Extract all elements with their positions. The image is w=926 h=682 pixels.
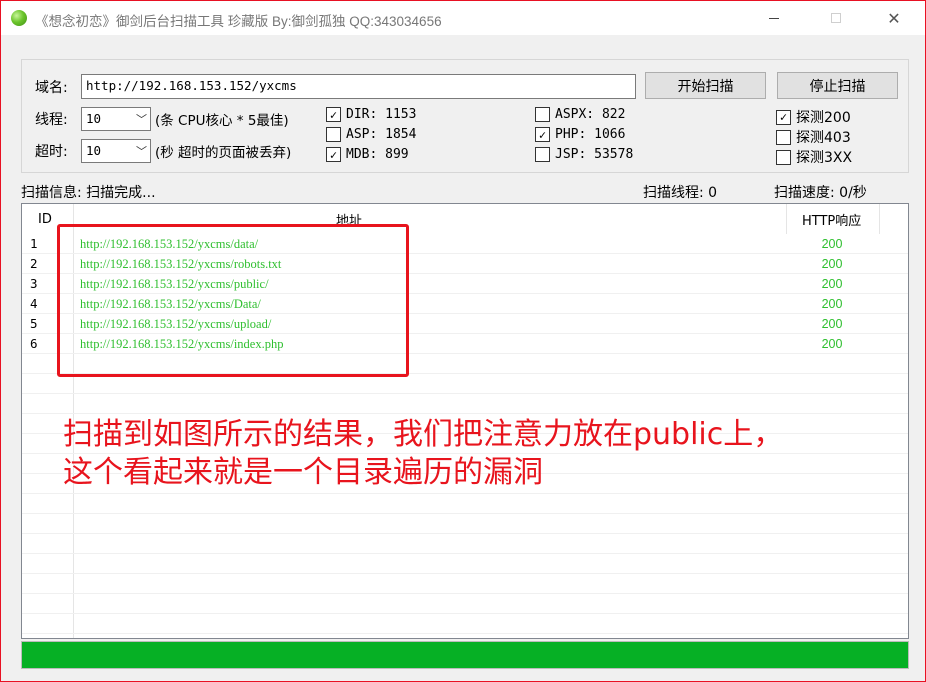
- maximize-icon: [831, 13, 841, 23]
- checkbox-unchecked-icon: [326, 127, 341, 142]
- table-row: [22, 574, 908, 594]
- probe-3xx-checkbox[interactable]: 探测3XX: [776, 147, 852, 167]
- scan-threads-status: 扫描线程: 0: [643, 185, 718, 201]
- table-row: [22, 594, 908, 614]
- probe-403-checkbox[interactable]: 探测403: [776, 127, 851, 147]
- table-row: [22, 494, 908, 514]
- window-title: 《想念初恋》御剑后台扫描工具 珍藏版 By:御剑孤独 QQ:343034656: [35, 14, 442, 29]
- dict-jsp-checkbox[interactable]: JSP: 53578: [535, 147, 633, 162]
- close-button[interactable]: ✕: [871, 1, 917, 35]
- dict-asp-checkbox[interactable]: ASP: 1854: [326, 127, 416, 142]
- threads-value: 10: [86, 111, 102, 126]
- checkbox-checked-icon: ✓: [326, 107, 341, 122]
- column-header-id[interactable]: ID: [38, 204, 52, 234]
- checkbox-unchecked-icon: [535, 147, 550, 162]
- column-divider: [786, 204, 787, 234]
- timeout-hint: (秒 超时的页面被丢弃): [155, 145, 292, 161]
- table-row: [22, 614, 908, 634]
- table-row: [22, 374, 908, 394]
- minimize-icon: [769, 17, 779, 19]
- threads-label: 线程:: [35, 112, 68, 128]
- timeout-label: 超时:: [35, 144, 68, 160]
- checkbox-checked-icon: ✓: [326, 147, 341, 162]
- row-id: 6: [30, 336, 38, 351]
- row-http-code: 200: [821, 337, 843, 351]
- probe-200-checkbox[interactable]: ✓ 探测200: [776, 107, 851, 127]
- table-row: [22, 554, 908, 574]
- progress-fill: [22, 642, 908, 668]
- scan-progress-bar: [21, 641, 909, 669]
- table-row: [22, 514, 908, 534]
- timeout-value: 10: [86, 143, 102, 158]
- row-http-code: 200: [821, 297, 843, 311]
- row-id: 4: [30, 296, 38, 311]
- checkbox-checked-icon: ✓: [776, 109, 791, 125]
- checkbox-unchecked-icon: [776, 149, 791, 165]
- row-http-code: 200: [821, 277, 843, 291]
- dict-mdb-checkbox[interactable]: ✓ MDB: 899: [326, 147, 409, 162]
- row-id: 2: [30, 256, 38, 271]
- annotation-text: 扫描到如图所示的结果，我们把注意力放在public上， 这个看起来就是一个目录遍…: [63, 416, 783, 492]
- chevron-down-icon: ﹀: [136, 113, 147, 126]
- threads-hint: (条 CPU核心 * 5最佳): [155, 113, 289, 129]
- row-id: 1: [30, 236, 38, 251]
- checkbox-checked-icon: ✓: [535, 127, 550, 142]
- checkbox-unchecked-icon: [776, 129, 791, 145]
- app-ball-icon: [11, 10, 27, 26]
- domain-input[interactable]: http://192.168.153.152/yxcms: [81, 74, 636, 99]
- highlight-box: [57, 224, 409, 377]
- stop-scan-button[interactable]: 停止扫描: [777, 72, 898, 99]
- dict-php-checkbox[interactable]: ✓ PHP: 1066: [535, 127, 625, 142]
- row-id: 5: [30, 316, 38, 331]
- dict-dir-checkbox[interactable]: ✓ DIR: 1153: [326, 107, 416, 122]
- minimize-button[interactable]: [751, 1, 797, 35]
- threads-select[interactable]: 10 ﹀: [81, 107, 151, 131]
- table-row: [22, 534, 908, 554]
- row-id: 3: [30, 276, 38, 291]
- row-http-code: 200: [821, 317, 843, 331]
- row-http-code: 200: [821, 237, 843, 251]
- annotation-line-2: 这个看起来就是一个目录遍历的漏洞: [63, 455, 543, 490]
- chevron-down-icon: ﹀: [136, 145, 147, 158]
- checkbox-unchecked-icon: [535, 107, 550, 122]
- scan-speed-status: 扫描速度: 0/秒: [774, 185, 867, 201]
- app-window: 《想念初恋》御剑后台扫描工具 珍藏版 By:御剑孤独 QQ:343034656 …: [0, 0, 926, 682]
- close-icon: ✕: [887, 8, 901, 28]
- maximize-button: [813, 1, 859, 35]
- column-divider: [879, 204, 880, 234]
- timeout-select[interactable]: 10 ﹀: [81, 139, 151, 163]
- scan-info-status: 扫描信息: 扫描完成...: [21, 185, 156, 201]
- start-scan-button[interactable]: 开始扫描: [645, 72, 766, 99]
- column-header-http[interactable]: HTTP响应: [802, 204, 861, 234]
- dict-aspx-checkbox[interactable]: ASPX: 822: [535, 107, 625, 122]
- domain-label: 域名:: [35, 80, 68, 96]
- annotation-line-1: 扫描到如图所示的结果，我们把注意力放在public上，: [63, 417, 784, 452]
- table-row: [22, 394, 908, 414]
- title-bar[interactable]: 《想念初恋》御剑后台扫描工具 珍藏版 By:御剑孤独 QQ:343034656 …: [1, 1, 925, 35]
- row-http-code: 200: [821, 257, 843, 271]
